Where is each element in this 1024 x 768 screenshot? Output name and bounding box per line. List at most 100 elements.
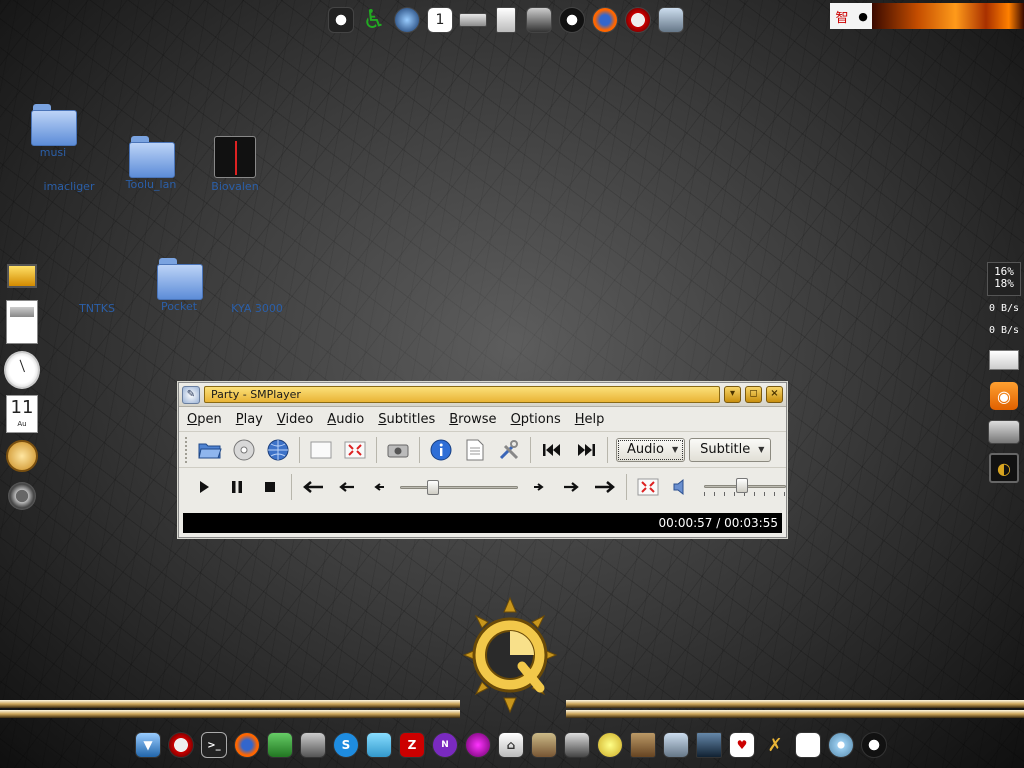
notes-icon[interactable] <box>4 298 40 346</box>
settings-tool-icon[interactable] <box>656 3 686 37</box>
close-button[interactable]: × <box>766 386 783 403</box>
desktop-icon-toolu-lan[interactable]: Toolu_lan <box>106 136 196 191</box>
seek-slider[interactable] <box>400 472 518 502</box>
volume-slider[interactable] <box>703 472 787 502</box>
forward-10min-button[interactable] <box>589 472 622 502</box>
messenger-icon[interactable] <box>363 726 395 764</box>
settings-tool-icon[interactable] <box>660 726 692 764</box>
play-button[interactable] <box>187 472 220 502</box>
nero-icon[interactable]: N <box>429 726 461 764</box>
refresh-icon[interactable] <box>623 3 653 37</box>
menu-help[interactable]: Help <box>575 412 605 427</box>
menu-audio[interactable]: Audio <box>327 412 364 427</box>
volume-handle[interactable] <box>735 477 748 493</box>
subtitle-track-combo[interactable]: Subtitle ▼ <box>689 437 772 462</box>
open-dvd-button[interactable] <box>227 435 261 465</box>
filezilla-icon[interactable]: Z <box>396 726 428 764</box>
alarm-clock-icon[interactable] <box>4 438 40 474</box>
playlist-button[interactable] <box>458 435 492 465</box>
terminal-icon[interactable]: >_ <box>198 726 230 764</box>
camera-icon[interactable] <box>561 726 593 764</box>
firefox-icon[interactable] <box>231 726 263 764</box>
minimize-button[interactable]: ▾ <box>724 386 741 403</box>
rewind-10s-button[interactable] <box>363 472 396 502</box>
penguin-icon[interactable] <box>326 3 356 37</box>
fullscreen-button[interactable] <box>338 435 372 465</box>
audio-track-combo[interactable]: Audio ▼ <box>616 437 686 462</box>
stop-button[interactable] <box>254 472 287 502</box>
calendar-icon[interactable]: 1 <box>425 3 455 37</box>
desktop-icon-biovalen[interactable]: Biovalen <box>190 136 280 193</box>
network-globe-icon[interactable] <box>392 3 422 37</box>
next-button[interactable] <box>569 435 603 465</box>
menu-video[interactable]: Video <box>277 412 313 427</box>
keyboard-icon[interactable] <box>458 3 488 37</box>
game-icon[interactable] <box>528 726 560 764</box>
pidgin-icon[interactable] <box>594 726 626 764</box>
screenshot-button[interactable] <box>381 435 415 465</box>
paper-icon[interactable] <box>792 726 824 764</box>
fullscreen-toggle-button[interactable] <box>631 472 664 502</box>
forward-10s-button[interactable] <box>522 472 555 502</box>
pause-button[interactable] <box>220 472 253 502</box>
maximize-button[interactable]: ◻ <box>745 386 762 403</box>
input-method-indicator[interactable]: 智 <box>830 3 854 29</box>
menu-browse[interactable]: Browse <box>449 412 496 427</box>
rss-icon[interactable]: ◉ <box>987 380 1021 412</box>
desktop-icon-imacliger[interactable]: imacliger <box>24 178 114 193</box>
open-file-button[interactable] <box>193 435 227 465</box>
mail-icon[interactable] <box>987 344 1021 376</box>
clock-icon[interactable] <box>4 350 40 390</box>
skype-icon[interactable]: S <box>330 726 362 764</box>
rewind-1min-button[interactable] <box>329 472 362 502</box>
desktop-icon-pocket[interactable]: Pocket <box>134 258 224 313</box>
seek-handle[interactable] <box>427 479 440 495</box>
desktop-icon-tntks[interactable]: TNTKS <box>52 300 142 315</box>
info-button[interactable] <box>424 435 458 465</box>
speaker-icon[interactable] <box>4 478 40 514</box>
rewind-10min-button[interactable] <box>296 472 329 502</box>
qq-penguin-icon[interactable] <box>858 726 890 764</box>
drive-icon[interactable] <box>491 3 521 37</box>
previous-button[interactable] <box>535 435 569 465</box>
menu-subtitles[interactable]: Subtitles <box>378 412 435 427</box>
mute-button[interactable] <box>664 472 697 502</box>
firefox-icon[interactable] <box>590 3 620 37</box>
qq-penguin-icon[interactable] <box>557 3 587 37</box>
download-icon[interactable]: ▼ <box>132 726 164 764</box>
cards-game-icon[interactable]: ♥ <box>726 726 758 764</box>
monitor-icon[interactable] <box>4 258 40 294</box>
qq-tray-icon[interactable]: ● <box>854 3 872 29</box>
camera-icon[interactable] <box>987 416 1021 448</box>
media-player-icon[interactable] <box>462 726 494 764</box>
toolbar-separator <box>376 436 377 463</box>
home-icon[interactable]: ⌂ <box>495 726 527 764</box>
calendar-widget[interactable]: 11 Au <box>4 394 40 434</box>
tools-icon <box>499 439 519 459</box>
menu-options[interactable]: Options <box>511 412 561 427</box>
menu-play[interactable]: Play <box>236 412 263 427</box>
compact-mode-button[interactable] <box>304 435 338 465</box>
desktop-icon-musi[interactable]: musi <box>8 104 98 159</box>
window-titlebar[interactable]: ✎ Party - SMPlayer ▾ ◻ × <box>179 383 786 407</box>
document-icon <box>466 439 484 460</box>
preferences-button[interactable] <box>492 435 526 465</box>
display-icon[interactable] <box>693 726 725 764</box>
camcorder-icon[interactable] <box>524 3 554 37</box>
enlightenment-launcher-icon[interactable]: ◐ <box>987 452 1021 484</box>
desktop-icon-kya-3000[interactable]: KYA 3000 <box>212 300 302 315</box>
accessibility-icon[interactable]: ♿ <box>359 3 389 37</box>
robot-icon[interactable] <box>297 726 329 764</box>
speaker-box-icon[interactable] <box>627 726 659 764</box>
menu-open[interactable]: Open <box>187 412 222 427</box>
toolbar-grip[interactable] <box>185 436 189 463</box>
refresh-icon[interactable] <box>165 726 197 764</box>
cd-icon[interactable] <box>825 726 857 764</box>
window-menu-icon[interactable]: ✎ <box>182 385 200 404</box>
open-url-button[interactable] <box>261 435 295 465</box>
photo-viewer-icon[interactable] <box>264 726 296 764</box>
net-down-rate: 0 B/s <box>988 303 1020 314</box>
forward-1min-button[interactable] <box>555 472 588 502</box>
cpu-monitor[interactable]: 16% 18% <box>987 262 1021 296</box>
tools-icon[interactable]: ✗ <box>759 726 791 764</box>
